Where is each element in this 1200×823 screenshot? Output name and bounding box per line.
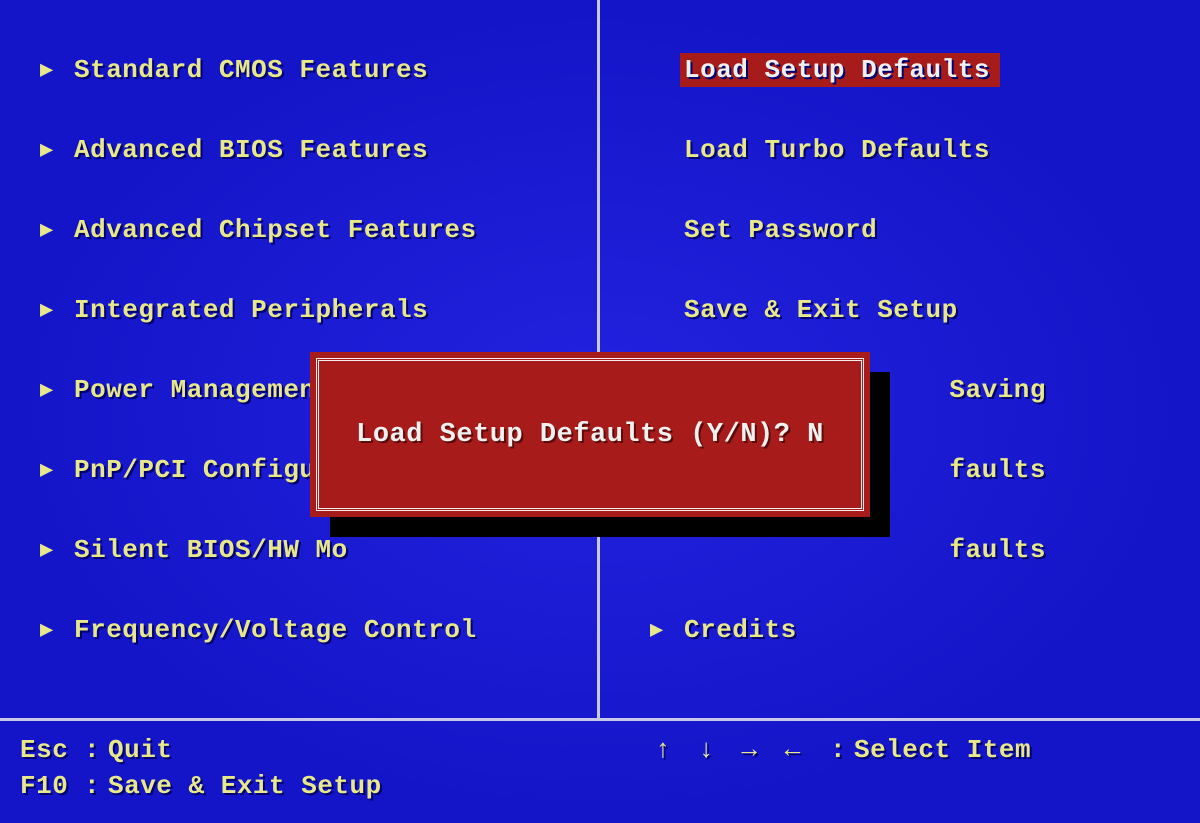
menu-item-label: Load Setup Defaults <box>680 53 1000 87</box>
menu-item-label: Silent BIOS/HW Mo <box>70 533 352 567</box>
hint-arrow-keys-select-item: ↑ ↓ → ←:Select Item <box>655 735 1180 765</box>
menu-advanced-chipset-features[interactable]: ▶Advanced Chipset Features <box>40 190 587 270</box>
dialog-input-value[interactable]: N <box>807 420 824 450</box>
footer-right: ↑ ↓ → ←:Select Item <box>650 735 1180 807</box>
menu-load-setup-defaults[interactable]: Load Setup Defaults <box>650 30 1160 110</box>
menu-item-label: Set Password <box>680 213 881 247</box>
footer-hints: Esc:Quit F10:Save & Exit Setup ↑ ↓ → ←:S… <box>0 721 1200 823</box>
menu-standard-cmos-features[interactable]: ▶Standard CMOS Features <box>40 30 587 110</box>
load-setup-defaults-dialog[interactable]: Load Setup Defaults (Y/N)? N <box>310 352 870 517</box>
hint-f10-save-exit: F10:Save & Exit Setup <box>20 771 650 801</box>
menu-item-label: Saving <box>945 373 1050 407</box>
hint-esc-quit: Esc:Quit <box>20 735 650 765</box>
menu-item-label: Standard CMOS Features <box>70 53 432 87</box>
menu-area: ▶Standard CMOS Features▶Advanced BIOS Fe… <box>0 0 1200 718</box>
menu-item-label: Credits <box>680 613 801 647</box>
dialog-border: Load Setup Defaults (Y/N)? N <box>316 358 864 511</box>
submenu-arrow-icon: ▶ <box>40 137 70 163</box>
menu-item-label: faults <box>945 453 1050 487</box>
menu-save-and-exit-setup[interactable]: Save & Exit Setup <box>650 270 1160 350</box>
arrow-keys-icon: ↑ ↓ → ← <box>655 735 830 765</box>
menu-item-label: Advanced BIOS Features <box>70 133 432 167</box>
menu-integrated-peripherals[interactable]: ▶Integrated Peripherals <box>40 270 587 350</box>
submenu-arrow-icon: ▶ <box>650 617 680 643</box>
menu-item-label: Load Turbo Defaults <box>680 133 994 167</box>
menu-item-label: faults <box>945 533 1050 567</box>
submenu-arrow-icon: ▶ <box>40 377 70 403</box>
submenu-arrow-icon: ▶ <box>40 457 70 483</box>
menu-frequency-voltage-control[interactable]: ▶Frequency/Voltage Control <box>40 590 587 670</box>
menu-credits[interactable]: ▶Credits <box>650 590 1160 670</box>
footer-left: Esc:Quit F10:Save & Exit Setup <box>20 735 650 807</box>
submenu-arrow-icon: ▶ <box>40 537 70 563</box>
menu-item-label: Integrated Peripherals <box>70 293 432 327</box>
submenu-arrow-icon: ▶ <box>40 297 70 323</box>
submenu-arrow-icon: ▶ <box>40 57 70 83</box>
dialog-prompt: Load Setup Defaults (Y/N)? N <box>356 420 824 450</box>
bios-setup-screen: ▶Standard CMOS Features▶Advanced BIOS Fe… <box>0 0 1200 823</box>
menu-item-label: Save & Exit Setup <box>680 293 962 327</box>
menu-load-turbo-defaults[interactable]: Load Turbo Defaults <box>650 110 1160 190</box>
submenu-arrow-icon: ▶ <box>40 617 70 643</box>
menu-advanced-bios-features[interactable]: ▶Advanced BIOS Features <box>40 110 587 190</box>
menu-set-password[interactable]: Set Password <box>650 190 1160 270</box>
menu-item-label: Frequency/Voltage Control <box>70 613 481 647</box>
submenu-arrow-icon: ▶ <box>40 217 70 243</box>
menu-item-label: Power Management <box>70 373 336 407</box>
menu-item-label: Advanced Chipset Features <box>70 213 481 247</box>
